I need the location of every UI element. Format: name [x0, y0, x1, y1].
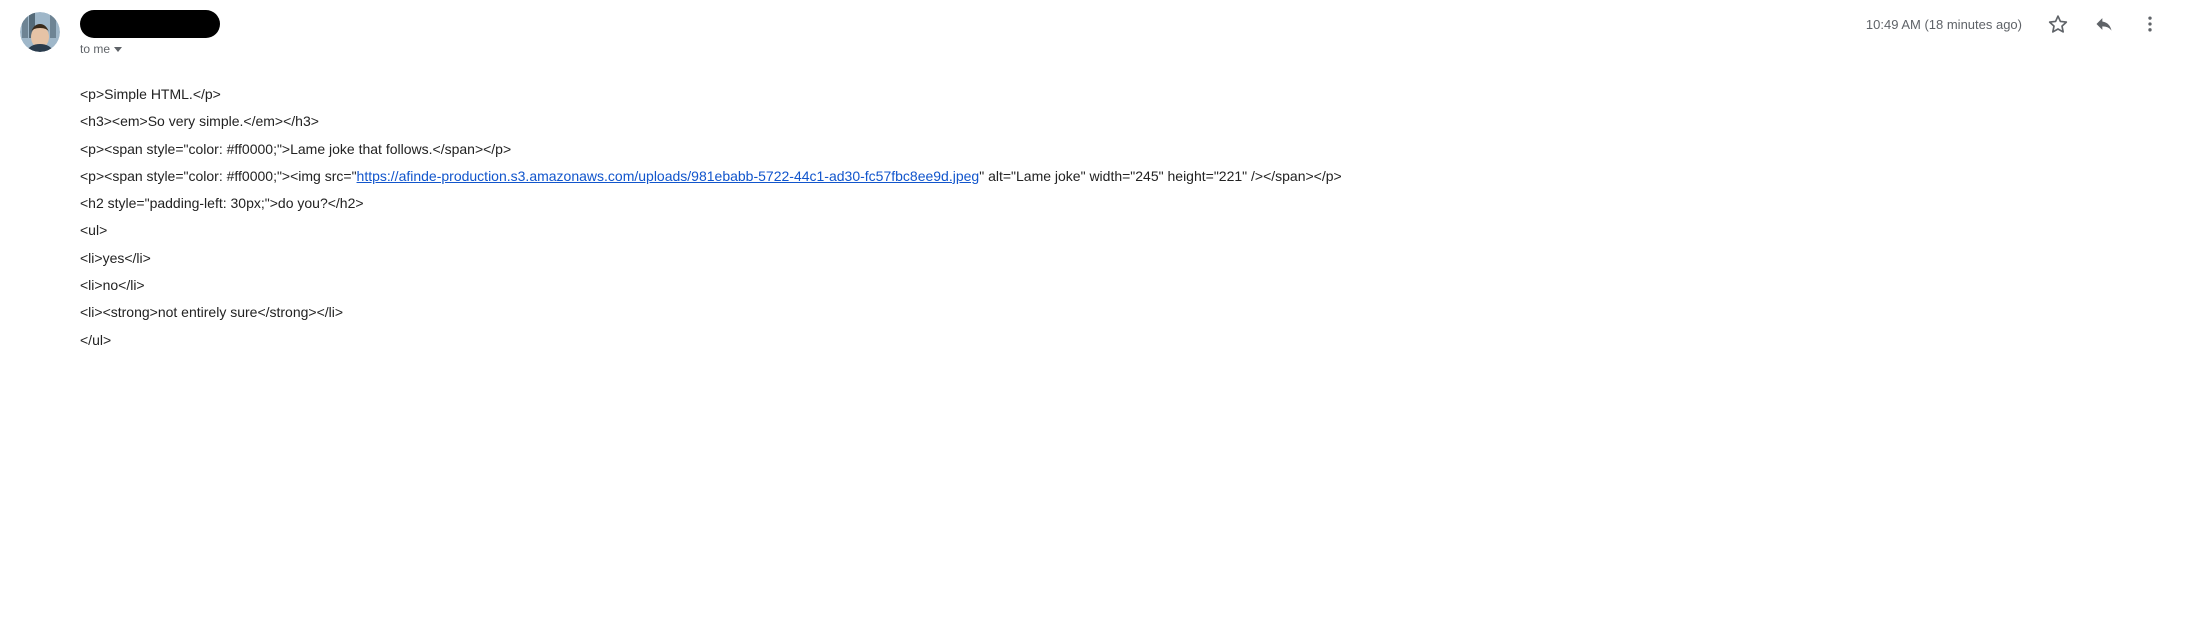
more-icon[interactable] — [2140, 14, 2160, 34]
text-fragment: " alt="Lame joke" width="245" height="22… — [979, 168, 1342, 184]
header-meta: 10:49 AM (18 minutes ago) — [1866, 14, 2170, 34]
body-line: <li>no</li> — [80, 272, 1680, 299]
body-line: <h3><em>So very simple.</em></h3> — [80, 108, 1680, 135]
recipient-toggle[interactable]: to me — [80, 42, 1866, 56]
body-line: <li>yes</li> — [80, 245, 1680, 272]
header-main: to me — [80, 10, 1866, 56]
link-url[interactable]: https://afinde-production.s3.amazonaws.c… — [357, 168, 980, 184]
body-line: <h2 style="padding-left: 30px;">do you?<… — [80, 190, 1680, 217]
body-line: <p><span style="color: #ff0000;">Lame jo… — [80, 136, 1680, 163]
body-line: <li><strong>not entirely sure</strong></… — [80, 299, 1680, 326]
sender-name-redacted — [80, 10, 220, 38]
body-line: <p>Simple HTML.</p> — [80, 81, 1680, 108]
timestamp: 10:49 AM (18 minutes ago) — [1866, 17, 2022, 32]
body-line: <p><span style="color: #ff0000;"><img sr… — [80, 163, 1680, 190]
text-fragment: <p><span style="color: #ff0000;"><img sr… — [80, 168, 357, 184]
email-message: to me 10:49 AM (18 minutes ago) — [0, 0, 2190, 394]
email-body: <p>Simple HTML.</p> <h3><em>So very simp… — [80, 81, 1680, 354]
email-header: to me 10:49 AM (18 minutes ago) — [20, 10, 2170, 56]
star-icon[interactable] — [2048, 14, 2068, 34]
body-line: </ul> — [80, 327, 1680, 354]
body-line: <ul> — [80, 217, 1680, 244]
reply-icon[interactable] — [2094, 14, 2114, 34]
chevron-down-icon — [114, 47, 122, 52]
to-label: to me — [80, 42, 110, 56]
sender-line — [80, 10, 1866, 38]
avatar[interactable] — [20, 12, 60, 52]
